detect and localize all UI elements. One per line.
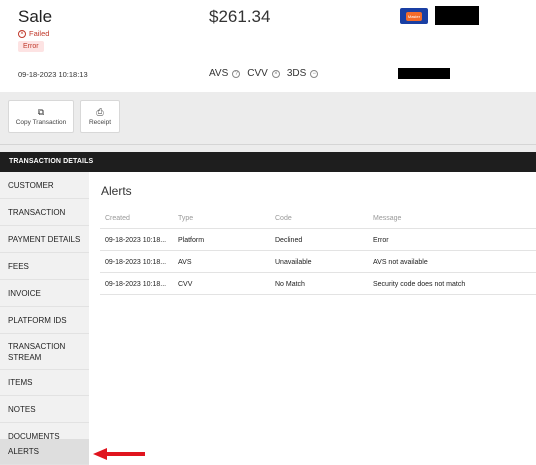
x-circle-icon[interactable]: × bbox=[271, 69, 280, 78]
copy-transaction-label: Copy Transaction bbox=[15, 119, 67, 126]
sidebar-item-label: PLATFORM IDS bbox=[8, 315, 67, 325]
details-sidebar: CUSTOMER TRANSACTION PAYMENT DETAILS FEE… bbox=[0, 172, 89, 465]
sidebar-item-transaction[interactable]: TRANSACTION bbox=[0, 199, 89, 226]
sidebar-item-label: NOTES bbox=[8, 404, 36, 414]
printer-icon: ⎙ bbox=[96, 107, 104, 117]
sidebar-item-label: PAYMENT DETAILS bbox=[8, 234, 81, 244]
sidebar-item-label: TRANSACTION bbox=[8, 207, 66, 217]
cell-created: 09-18-2023 10:18... bbox=[105, 259, 167, 266]
question-icon[interactable]: ? bbox=[232, 69, 241, 78]
sidebar-item-platform-ids[interactable]: PLATFORM IDS bbox=[0, 307, 89, 334]
copy-transaction-button[interactable]: ⧉ Copy Transaction bbox=[8, 100, 74, 133]
verification-checks: AVS ? CVV × 3DS − bbox=[209, 68, 325, 79]
cell-message: Error bbox=[373, 237, 389, 244]
table-row[interactable]: 09-18-2023 10:18... CVV No Match Securit… bbox=[100, 273, 536, 295]
cell-code: Declined bbox=[275, 237, 303, 244]
cell-type: CVV bbox=[178, 281, 193, 288]
mastercard-icon: Master bbox=[406, 11, 422, 21]
sidebar-item-label: FEES bbox=[8, 261, 29, 271]
divider bbox=[0, 144, 536, 145]
sidebar-item-alerts[interactable]: ALERTS bbox=[0, 439, 89, 465]
cell-code: No Match bbox=[275, 281, 305, 288]
transaction-datetime: 09-18-2023 10:18:13 bbox=[18, 70, 88, 79]
sidebar-item-label: INVOICE bbox=[8, 288, 41, 298]
cell-message: Security code does not match bbox=[373, 281, 466, 288]
cvv-label: CVV bbox=[247, 68, 268, 79]
error-badge: Error bbox=[18, 41, 44, 52]
column-header-type[interactable]: Type bbox=[178, 215, 193, 222]
transaction-header: Sale × Failed Error $261.34 Master 09-18… bbox=[0, 0, 536, 92]
redacted-card-number bbox=[435, 6, 479, 25]
status-text: Failed bbox=[29, 29, 50, 38]
column-header-message[interactable]: Message bbox=[373, 215, 401, 222]
sidebar-item-label: ALERTS bbox=[8, 447, 39, 456]
section-title: TRANSACTION DETAILS bbox=[9, 158, 94, 165]
cell-code: Unavailable bbox=[275, 259, 312, 266]
status-row: × Failed bbox=[18, 29, 49, 38]
table-header-row: Created Type Code Message bbox=[100, 207, 536, 229]
table-row[interactable]: 09-18-2023 10:18... AVS Unavailable AVS … bbox=[100, 251, 536, 273]
transaction-details-bar: TRANSACTION DETAILS bbox=[0, 152, 536, 172]
cell-message: AVS not available bbox=[373, 259, 428, 266]
sidebar-item-customer[interactable]: CUSTOMER bbox=[0, 172, 89, 199]
annotation-arrow-icon bbox=[93, 448, 145, 460]
sidebar-item-notes[interactable]: NOTES bbox=[0, 396, 89, 423]
minus-circle-icon[interactable]: − bbox=[310, 69, 319, 78]
cell-type: AVS bbox=[178, 259, 192, 266]
action-toolbar: ⧉ Copy Transaction ⎙ Receipt bbox=[0, 92, 536, 152]
copy-icon: ⧉ bbox=[37, 107, 45, 117]
cell-created: 09-18-2023 10:18... bbox=[105, 237, 167, 244]
failed-x-icon: × bbox=[18, 29, 26, 38]
sidebar-item-items[interactable]: ITEMS bbox=[0, 370, 89, 396]
sidebar-item-transaction-stream[interactable]: TRANSACTION STREAM bbox=[0, 334, 89, 370]
threeds-label: 3DS bbox=[286, 68, 307, 79]
sidebar-item-label: CUSTOMER bbox=[8, 180, 54, 190]
alerts-title: Alerts bbox=[101, 184, 132, 198]
avs-label: AVS bbox=[209, 68, 229, 79]
sidebar-item-payment-details[interactable]: PAYMENT DETAILS bbox=[0, 226, 89, 253]
card-brand-logo: Master bbox=[400, 8, 428, 24]
cell-type: Platform bbox=[178, 237, 205, 244]
transaction-amount: $261.34 bbox=[209, 7, 271, 26]
sidebar-item-invoice[interactable]: INVOICE bbox=[0, 280, 89, 307]
receipt-button[interactable]: ⎙ Receipt bbox=[80, 100, 120, 133]
receipt-label: Receipt bbox=[88, 119, 112, 126]
column-header-code[interactable]: Code bbox=[275, 215, 292, 222]
redacted-field bbox=[398, 68, 450, 79]
sidebar-item-label: ITEMS bbox=[8, 378, 33, 387]
transaction-type-title: Sale bbox=[18, 7, 53, 26]
cell-created: 09-18-2023 10:18... bbox=[105, 281, 167, 288]
table-row[interactable]: 09-18-2023 10:18... Platform Declined Er… bbox=[100, 229, 536, 251]
column-header-created[interactable]: Created bbox=[105, 215, 130, 222]
sidebar-item-fees[interactable]: FEES bbox=[0, 253, 89, 280]
sidebar-item-label: TRANSACTION STREAM bbox=[8, 341, 66, 362]
